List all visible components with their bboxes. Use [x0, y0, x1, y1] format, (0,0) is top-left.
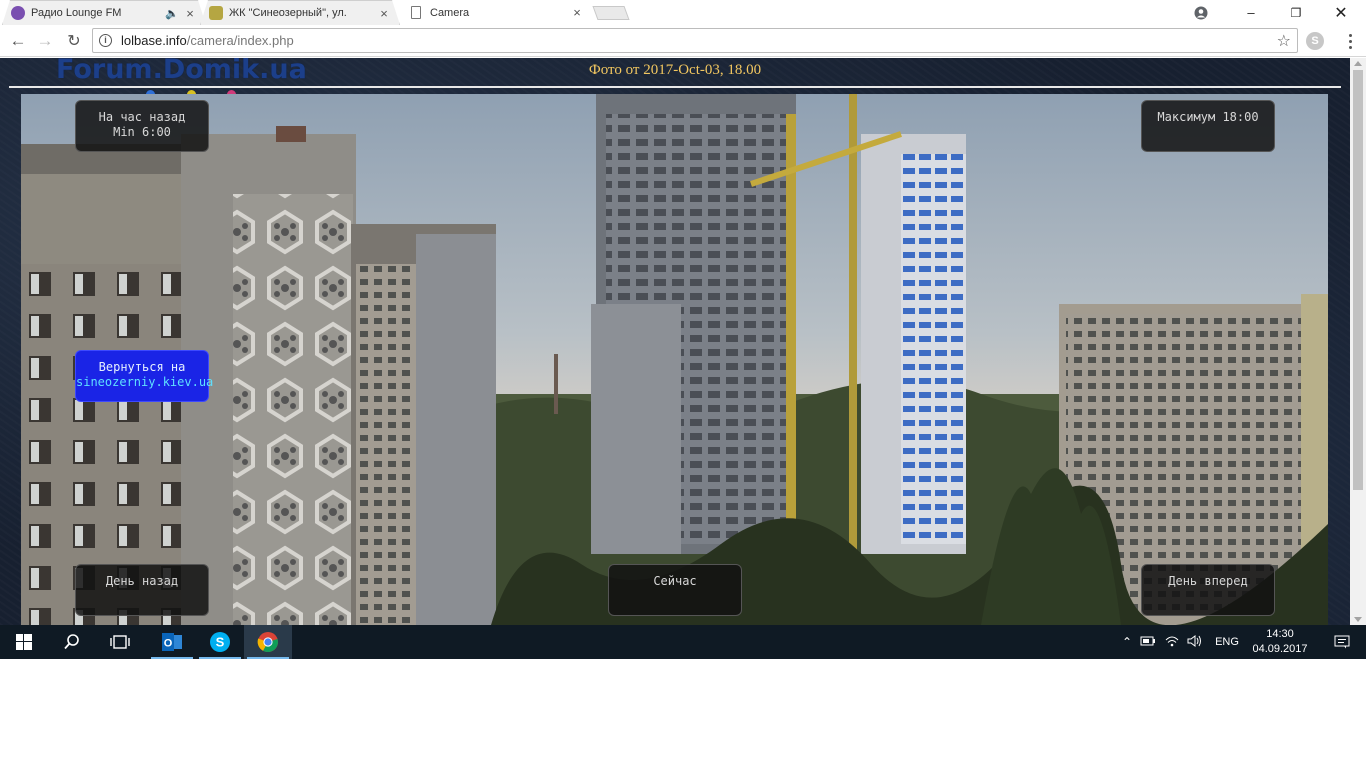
- info-icon[interactable]: i: [99, 34, 112, 47]
- volume-icon[interactable]: [1184, 634, 1206, 650]
- return-link[interactable]: sineozerniy.kiev.ua: [76, 375, 213, 390]
- day-back-label: День назад: [105, 574, 179, 588]
- url-path: /camera/index.php: [186, 33, 294, 48]
- max-info-button[interactable]: Максимум 18:00: [1141, 100, 1275, 152]
- close-tab-icon[interactable]: ×: [377, 6, 391, 21]
- tab-radio[interactable]: Радио Lounge FM 🔈 ×: [2, 0, 206, 25]
- day-back-button[interactable]: День назад: [75, 564, 209, 616]
- task-view-icon[interactable]: [96, 625, 144, 659]
- profile-icon[interactable]: [1178, 0, 1224, 25]
- hour-back-label: На час назад: [98, 110, 186, 124]
- close-tab-icon[interactable]: ×: [570, 5, 584, 20]
- svg-text:O: O: [164, 638, 173, 650]
- header-divider: [9, 86, 1341, 88]
- tab-title: Радио Lounge FM: [31, 7, 122, 19]
- speaker-icon[interactable]: 🔈: [165, 7, 179, 20]
- bookmark-star-icon[interactable]: ☆: [1277, 31, 1291, 51]
- scroll-thumb[interactable]: [1353, 70, 1363, 490]
- photo-caption: Фото от 2017-Oct-03, 18.00: [588, 62, 762, 78]
- system-tray: ⌃ ENG: [1118, 625, 1248, 659]
- browser-toolbar: ← → ↻ i lolbase.info/camera/index.php ☆ …: [0, 25, 1366, 57]
- skype-extension-icon[interactable]: S: [1306, 32, 1324, 50]
- chrome-taskbar-icon[interactable]: [244, 625, 292, 659]
- svg-text:S: S: [216, 635, 225, 650]
- return-label: Вернуться на: [98, 360, 186, 374]
- back-icon[interactable]: ←: [5, 28, 31, 54]
- minimize-button[interactable]: –: [1228, 0, 1274, 25]
- page-scrollbar[interactable]: [1350, 58, 1366, 625]
- empty-area-below-screen: [0, 659, 1366, 768]
- language-indicator[interactable]: ENG: [1206, 636, 1248, 648]
- start-button[interactable]: [0, 625, 48, 659]
- address-bar[interactable]: i lolbase.info/camera/index.php ☆: [92, 28, 1298, 53]
- tab-title: Camera: [430, 6, 470, 19]
- max-label: Максимум 18:00: [1157, 110, 1259, 124]
- min-temperature-label: Min 6:00: [113, 125, 171, 139]
- page-viewport: Forum.Domik.ua Фото от 2017-Oct-03, 18.0…: [0, 58, 1350, 625]
- forum-favicon-icon: [209, 6, 223, 20]
- now-button[interactable]: Сейчас: [608, 564, 742, 616]
- wifi-icon[interactable]: [1160, 635, 1184, 650]
- hour-back-button[interactable]: На час назад Min 6:00: [75, 100, 209, 152]
- tab-forum[interactable]: ЖК "Синеозерный", ул. ×: [200, 0, 400, 25]
- tab-title: ЖК "Синеозерный", ул.: [229, 7, 347, 19]
- clock[interactable]: 14:30 04.09.2017: [1246, 627, 1314, 657]
- battery-icon[interactable]: [1136, 636, 1160, 649]
- radio-favicon-icon: [11, 6, 25, 20]
- close-tab-icon[interactable]: ×: [183, 6, 197, 21]
- close-window-button[interactable]: ✕: [1318, 0, 1364, 25]
- now-label: Сейчас: [653, 574, 697, 588]
- skype-taskbar-icon[interactable]: S: [196, 625, 244, 659]
- windows-taskbar: O S ⌃ ENG 14:30 04.09.2017: [0, 625, 1366, 659]
- windows-logo-icon: [16, 634, 32, 650]
- url-text[interactable]: lolbase.info/camera/index.php: [121, 33, 294, 48]
- reload-icon[interactable]: ↻: [61, 28, 87, 54]
- forward-icon[interactable]: →: [32, 28, 58, 54]
- new-tab-button[interactable]: [592, 6, 630, 20]
- page-favicon-icon: [411, 6, 421, 19]
- outlook-taskbar-icon[interactable]: O: [148, 625, 196, 659]
- clock-time: 14:30: [1266, 628, 1294, 640]
- day-forward-label: День вперед: [1168, 574, 1248, 588]
- day-forward-button[interactable]: День вперед: [1141, 564, 1275, 616]
- action-center-icon[interactable]: [1318, 625, 1366, 659]
- camera-scene-illustration: [21, 94, 1328, 625]
- return-to-site-button[interactable]: Вернуться на sineozerniy.kiev.ua: [75, 350, 213, 402]
- menu-icon[interactable]: [1340, 29, 1360, 53]
- tab-strip: Радио Lounge FM 🔈 × ЖК "Синеозерный", ул…: [0, 0, 1366, 25]
- show-hidden-icons-icon[interactable]: ⌃: [1118, 635, 1136, 649]
- search-icon[interactable]: [48, 625, 96, 659]
- camera-image: На час назад Min 6:00 Максимум 18:00 Вер…: [21, 94, 1328, 625]
- url-host: lolbase.info: [121, 33, 187, 48]
- scroll-up-arrow-icon[interactable]: [1354, 61, 1362, 66]
- clock-date: 04.09.2017: [1252, 643, 1308, 655]
- restore-button[interactable]: ❐: [1273, 0, 1319, 25]
- scroll-down-arrow-icon[interactable]: [1354, 617, 1362, 622]
- tab-camera[interactable]: Camera ×: [400, 0, 592, 25]
